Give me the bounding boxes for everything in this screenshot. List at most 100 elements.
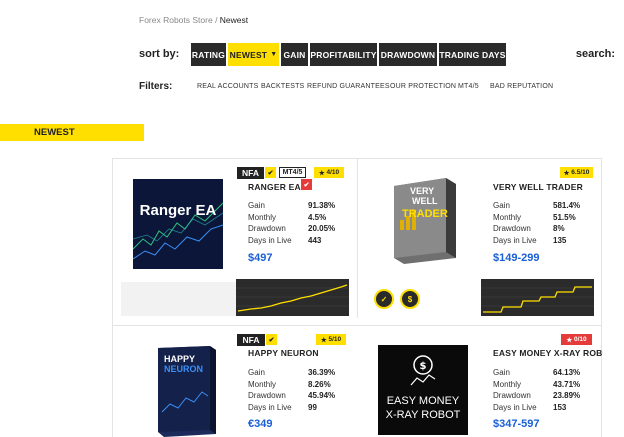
product-name[interactable]: VERY WELL TRADER	[493, 182, 583, 192]
product-image-title-2: NEURON	[164, 364, 204, 374]
filter-backtests[interactable]: BACKTESTS	[261, 83, 304, 90]
mt45-badge: MT4/5	[279, 167, 306, 178]
stat-value: 20.05%	[308, 224, 336, 233]
stat-gain: Gain 581.4%	[493, 201, 603, 213]
product-name[interactable]: RANGER EA	[248, 182, 301, 192]
stat-days: Days in Live 153	[493, 403, 603, 415]
stat-value: 23.89%	[553, 391, 581, 400]
check-icon: ✔	[301, 179, 312, 190]
stat-value: 135	[553, 235, 567, 245]
stat-value: 4.5%	[308, 212, 327, 222]
stat-label: Drawdown	[493, 391, 531, 400]
stat-days: Days in Live 99	[248, 403, 358, 415]
product-stats: Gain 64.13% Monthly 43.71% Drawdown 23.89% …	[493, 368, 603, 414]
sort-newest-button[interactable]: NEWEST ▼	[228, 43, 279, 66]
equity-curve	[481, 286, 594, 313]
dollar-seal-icon: $	[400, 289, 420, 309]
product-name[interactable]: EASY MONEY X-RAY ROBO	[493, 348, 603, 358]
stat-label: Gain	[493, 368, 510, 377]
sort-bar: sort by: RATING NEWEST ▼ GAIN PROFITABILI…	[139, 43, 619, 66]
product-price[interactable]: $347-597	[493, 418, 540, 430]
rating-badge: ★ 5/10	[316, 334, 346, 345]
stat-label: Monthly	[493, 379, 522, 389]
stat-drawdown: Drawdown 23.89%	[493, 391, 603, 403]
stat-label: Gain	[248, 368, 265, 377]
star-icon: ★	[563, 169, 570, 177]
stat-monthly: Monthly 8.26%	[248, 380, 358, 392]
breadcrumb-current: Newest	[219, 15, 249, 25]
stat-monthly: Monthly 4.5%	[248, 213, 358, 225]
product-image-title-1: EASY MONEY	[386, 395, 460, 407]
filters-label: Filters:	[139, 81, 173, 92]
rating-badge: ★ 0/10	[561, 334, 592, 345]
star-icon: ★	[320, 336, 327, 344]
sort-trading-days-button[interactable]: TRADING DAYS	[439, 43, 506, 66]
sort-rating-button[interactable]: RATING	[191, 43, 226, 66]
product-stats: Gain 581.4% Monthly 51.5% Drawdown 8% Days …	[493, 201, 603, 247]
product-image[interactable]: HAPPY NEURON	[140, 342, 220, 437]
product-stats: Gain 36.39% Monthly 8.26% Drawdown 45.94% D…	[248, 368, 358, 414]
product-price[interactable]: $149-299	[493, 252, 540, 264]
breadcrumb-root-link[interactable]: Forex Robots Store	[139, 15, 213, 25]
sort-gain-button[interactable]: GAIN	[281, 43, 308, 66]
stat-monthly: Monthly 51.5%	[493, 213, 603, 225]
stat-value: 36.39%	[308, 368, 336, 377]
svg-text:$: $	[420, 361, 427, 372]
stat-gain: Gain 36.39%	[248, 368, 358, 380]
filter-refund-guarantees[interactable]: REFUND GUARANTEES	[307, 83, 390, 90]
robot-logo-illustration: $	[410, 355, 436, 386]
check-icon: ✔	[266, 334, 277, 345]
product-price[interactable]: €349	[248, 418, 272, 430]
stat-days: Days in Live 443	[248, 236, 358, 248]
rating-value: 0/10	[573, 336, 587, 343]
stat-value: 99	[308, 402, 317, 412]
product-image[interactable]: $ EASY MONEY X-RAY ROBOT	[378, 345, 468, 435]
product-stats: Gain 91.38% Monthly 4.5% Drawdown 20.05% Da…	[248, 201, 358, 247]
stat-label: Drawdown	[493, 224, 531, 233]
search-label[interactable]: search:	[576, 48, 615, 60]
filter-real-accounts[interactable]: REAL ACCOUNTS	[197, 83, 258, 90]
stat-label: Monthly	[493, 212, 522, 222]
grid-divider-horizontal	[112, 325, 602, 326]
product-image-title-1: VERY	[410, 186, 435, 196]
sort-profitability-button[interactable]: PROFITABILITY	[310, 43, 377, 66]
section-title: NEWEST	[34, 127, 75, 138]
stat-value: 43.71%	[553, 379, 581, 389]
product-price[interactable]: $497	[248, 252, 272, 264]
product-name[interactable]: HAPPY NEURON	[248, 348, 319, 358]
rating-badge: ★ 6.5/10	[560, 167, 593, 178]
product-image-title-2: X-RAY ROBOT	[385, 409, 461, 421]
rating-value: 5/10	[328, 336, 342, 343]
product-image[interactable]: Ranger EA	[133, 179, 223, 269]
sort-newest-label: NEWEST	[229, 49, 268, 60]
stat-label: Gain	[248, 201, 265, 210]
stat-value: 91.38%	[308, 201, 336, 210]
chart-lines-illustration	[133, 179, 223, 269]
sort-drawdown-button[interactable]: DRAWDOWN	[379, 43, 437, 66]
sort-trading-days-label: TRADING DAYS	[439, 49, 506, 60]
equity-graph[interactable]	[481, 279, 594, 316]
product-image-title-2: WELL	[412, 196, 438, 206]
stat-drawdown: Drawdown 20.05%	[248, 224, 358, 236]
equity-graph[interactable]	[236, 279, 349, 316]
star-icon: ★	[566, 336, 573, 344]
product-image-title-3: TRADER	[402, 208, 448, 220]
stat-days: Days in Live 135	[493, 236, 603, 248]
filters-bar: Filters: REAL ACCOUNTS BACKTESTS REFUND …	[139, 81, 619, 95]
stat-label: Days in Live	[248, 235, 292, 245]
filter-mt45[interactable]: MT4/5	[458, 83, 479, 90]
stat-value: 45.94%	[308, 391, 336, 400]
stat-drawdown: Drawdown 45.94%	[248, 391, 358, 403]
product-image[interactable]: VERY WELL TRADER	[380, 172, 460, 267]
stat-value: 64.13%	[553, 368, 581, 377]
check-icon: ✔	[265, 167, 276, 178]
filter-our-protection[interactable]: OUR PROTECTION	[390, 83, 456, 90]
stat-label: Drawdown	[248, 391, 286, 400]
sort-drawdown-label: DRAWDOWN	[380, 49, 436, 60]
stat-label: Days in Live	[493, 235, 537, 245]
nfa-badge: NFA	[237, 167, 264, 179]
product-image-title-1: HAPPY	[164, 354, 196, 364]
stat-value: 443	[308, 235, 322, 245]
stat-value: 153	[553, 402, 567, 412]
filter-bad-reputation[interactable]: BAD REPUTATION	[490, 83, 553, 90]
